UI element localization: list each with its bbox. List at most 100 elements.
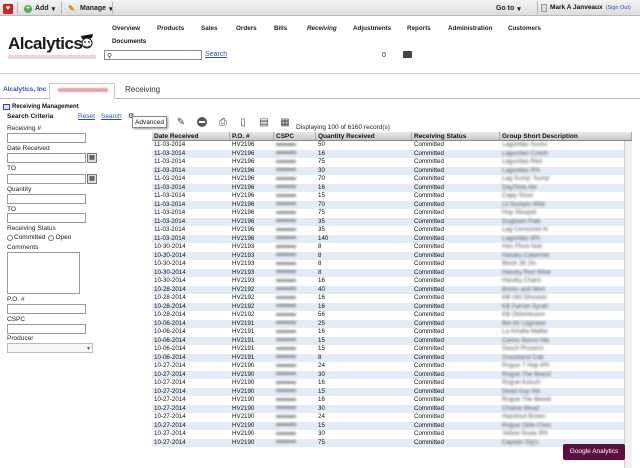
table-row[interactable]: 10-28-2014 HV2192 16 Committed KB Farrah Syr… xyxy=(152,302,632,311)
goto-menu[interactable]: Go to ▾ xyxy=(496,3,521,14)
table-row[interactable]: 10-27-2014 HV2190 30 Committed Chatoe Mead xyxy=(152,404,632,414)
table-row[interactable]: 11-03-2014 HV2196 16 Committed Lagunitas Cze… xyxy=(152,149,632,158)
table-row[interactable]: 10-27-2014 HV2190 30 Committed Yellow Snow I… xyxy=(152,430,632,439)
table-row[interactable]: 10-06-2014 HV2191 15 Committed Sasch Proseco xyxy=(152,345,632,354)
table-row[interactable]: 11-03-2014 HV2196 35 Committed Dogtown Pale xyxy=(152,217,632,226)
cell-date: 10-28-2014 xyxy=(154,285,186,293)
table-row[interactable]: 10-30-2014 HV2193 8 Committed Handry Caberne… xyxy=(152,251,632,260)
table-row[interactable]: 10-30-2014 HV2193 8 Committed Hen Pinot Noir xyxy=(152,243,632,252)
search-link[interactable]: Search xyxy=(101,113,122,120)
table-row[interactable]: 11-03-2014 HV2196 15 Committed Capp Stout xyxy=(152,192,632,201)
table-scrollbar[interactable] xyxy=(624,141,632,468)
table-row[interactable]: 11-03-2014 HV2196 70 Committed Lil Sumpin Wi… xyxy=(152,200,632,209)
nav-sales[interactable]: Sales xyxy=(201,25,217,32)
nav-reports[interactable]: Reports xyxy=(407,25,431,32)
cell-po: HV2196 xyxy=(232,209,255,216)
cell-quantity: 70 xyxy=(318,200,325,208)
committed-radio[interactable] xyxy=(7,234,13,241)
table-row[interactable]: 11-03-2014 HV2196 70 Committed Lag Sump' Sum… xyxy=(152,175,632,184)
print-icon[interactable]: ⎙ xyxy=(215,114,231,130)
open-radio[interactable] xyxy=(48,234,55,241)
table-row[interactable]: 11-03-2014 HV2196 30 Committed Lagunitas IPA xyxy=(152,166,632,175)
col-receiving-status[interactable]: Receiving Status xyxy=(412,132,500,140)
table-row[interactable]: 11-03-2014 HV2196 35 Committed Lag Censored … xyxy=(152,226,632,235)
cell-cspc-redacted xyxy=(274,345,316,354)
cell-quantity: 30 xyxy=(318,430,325,437)
nav-adjustments[interactable]: Adjustments xyxy=(353,25,391,32)
cspc-input[interactable] xyxy=(7,324,86,334)
edit-icon[interactable]: ✎ xyxy=(173,114,189,130)
remove-icon[interactable] xyxy=(194,114,210,130)
table-row[interactable]: 10-27-2014 HV2190 16 Committed Rogue Kolsch xyxy=(152,379,632,388)
table-row[interactable]: 10-27-2014 HV2190 15 Committed Dead Guy Ale xyxy=(152,387,632,397)
comments-textarea[interactable] xyxy=(7,252,80,294)
nav-products[interactable]: Products xyxy=(157,25,184,32)
nav-bills[interactable]: Bills xyxy=(274,25,287,32)
date-received-from-input[interactable] xyxy=(7,153,86,163)
table-row[interactable]: 11-03-2014 HV2196 16 Committed DayTime Ale xyxy=(152,183,632,192)
table-row[interactable]: 10-06-2014 HV2191 25 Committed Bel Air Lagna… xyxy=(152,319,632,328)
cell-cspc-redacted xyxy=(274,430,316,439)
date-received-to-input[interactable] xyxy=(7,174,86,184)
table-row[interactable]: 11-03-2014 HV2196 75 Committed Hop Stoopid xyxy=(152,209,632,218)
table-row[interactable]: 10-30-2014 HV2193 8 Committed Handry Red Win… xyxy=(152,268,632,277)
cell-quantity: 56 xyxy=(318,311,325,318)
receiving-no-input[interactable] xyxy=(7,133,86,143)
table-row[interactable]: 10-30-2014 HV2193 16 Committed Handry Chard xyxy=(152,277,632,286)
calendar-icon[interactable]: ▦ xyxy=(87,174,97,184)
col-cspc[interactable]: CSPC xyxy=(274,132,316,140)
table-row[interactable]: 11-03-2014 HV2196 50 Committed Lagunitas Suc… xyxy=(152,141,632,150)
table-row[interactable]: 11-03-2014 HV2196 140 Committed Lagunitas IP… xyxy=(152,234,632,243)
calendar-icon[interactable]: ▦ xyxy=(87,153,97,163)
col-po[interactable]: P.O. # xyxy=(230,132,274,140)
global-search-input[interactable]: ⚲ xyxy=(104,50,202,60)
table-row[interactable]: 11-03-2014 HV2196 75 Committed Lagunitas Red xyxy=(152,158,632,167)
goto-label: Go to xyxy=(496,5,515,12)
table-row[interactable]: 10-27-2014 HV2190 75 Committed Captain Sig's xyxy=(152,438,632,447)
table-row[interactable]: 10-27-2014 HV2190 24 Committed Hazelnut Brow… xyxy=(152,413,632,422)
mail-icon[interactable] xyxy=(403,51,412,58)
logo-mascot-icon xyxy=(81,34,93,49)
table-row[interactable]: 10-27-2014 HV2190 24 Committed Rogue 7 Hop I… xyxy=(152,362,632,371)
col-quantity-received[interactable]: Quantity Received xyxy=(316,132,412,140)
table-row[interactable]: 10-06-2014 HV2191 16 Committed La Amalia Mal… xyxy=(152,328,632,337)
cell-date: 11-03-2014 xyxy=(154,158,186,165)
table-row[interactable]: 10-27-2014 HV2190 15 Committed Rogue Olde Ch… xyxy=(152,421,632,430)
excel-icon[interactable]: ▤ xyxy=(256,114,272,130)
cell-description: Lagunitas IPA xyxy=(502,234,541,242)
reset-link[interactable]: Reset xyxy=(78,113,95,120)
po-input[interactable] xyxy=(7,304,86,314)
table-row[interactable]: 10-06-2014 HV2191 8 Committed Graceland Cab xyxy=(152,353,632,362)
table-row[interactable]: 10-06-2014 HV2191 15 Committed Carlos Basso … xyxy=(152,336,632,345)
signout-link[interactable]: (Sign Out) xyxy=(606,5,631,11)
table-row[interactable]: 10-27-2014 HV2190 16 Committed Rogue The Bea… xyxy=(152,396,632,405)
table-row[interactable]: 10-27-2014 HV2190 30 Committed Rogue The Bea… xyxy=(152,370,632,379)
table-row[interactable]: 10-28-2014 HV2192 56 Committed KB Oldvineuum xyxy=(152,311,632,320)
nav-orders[interactable]: Orders xyxy=(236,25,257,32)
table-row[interactable]: 10-28-2014 HV2192 40 Committed Bricks and Mo… xyxy=(152,285,632,294)
table-row[interactable]: 10-28-2014 HV2192 16 Committed KB Old Ghosto… xyxy=(152,294,632,303)
quantity-from-input[interactable] xyxy=(7,194,86,204)
cell-cspc-redacted xyxy=(274,175,316,184)
breadcrumb-company[interactable]: Alcalytics, Inc xyxy=(3,86,46,93)
add-menu[interactable]: + Add ▾ xyxy=(24,3,55,14)
global-search-link[interactable]: Search xyxy=(205,51,227,58)
nav-overview[interactable]: Overview xyxy=(112,25,140,32)
cell-cspc-redacted xyxy=(274,405,316,414)
table-row[interactable]: 10-30-2014 HV2193 8 Committed Block 28 Zin xyxy=(152,260,632,269)
col-group-short-description[interactable]: Group Short Description xyxy=(500,132,632,140)
col-date-received[interactable]: Date Received xyxy=(152,132,230,140)
manage-menu[interactable]: ✎ Manage ▾ xyxy=(68,3,113,14)
cell-cspc-redacted xyxy=(274,388,316,397)
cell-description: Rogue The Beard xyxy=(502,370,551,378)
producer-select[interactable]: ▾ xyxy=(7,343,93,353)
nav-documents[interactable]: Documents xyxy=(112,38,146,45)
home-heart-icon[interactable]: ♥ xyxy=(3,3,13,14)
pdf-icon[interactable]: ▯ xyxy=(235,114,251,130)
quantity-to-input[interactable] xyxy=(7,213,86,223)
google-analytics-badge[interactable]: Google Analytics xyxy=(563,444,625,460)
nav-receiving[interactable]: Receiving xyxy=(307,25,337,32)
nav-administration[interactable]: Administration xyxy=(448,25,492,32)
csv-icon[interactable]: ▦ xyxy=(277,114,293,130)
nav-customers[interactable]: Customers xyxy=(508,25,541,32)
